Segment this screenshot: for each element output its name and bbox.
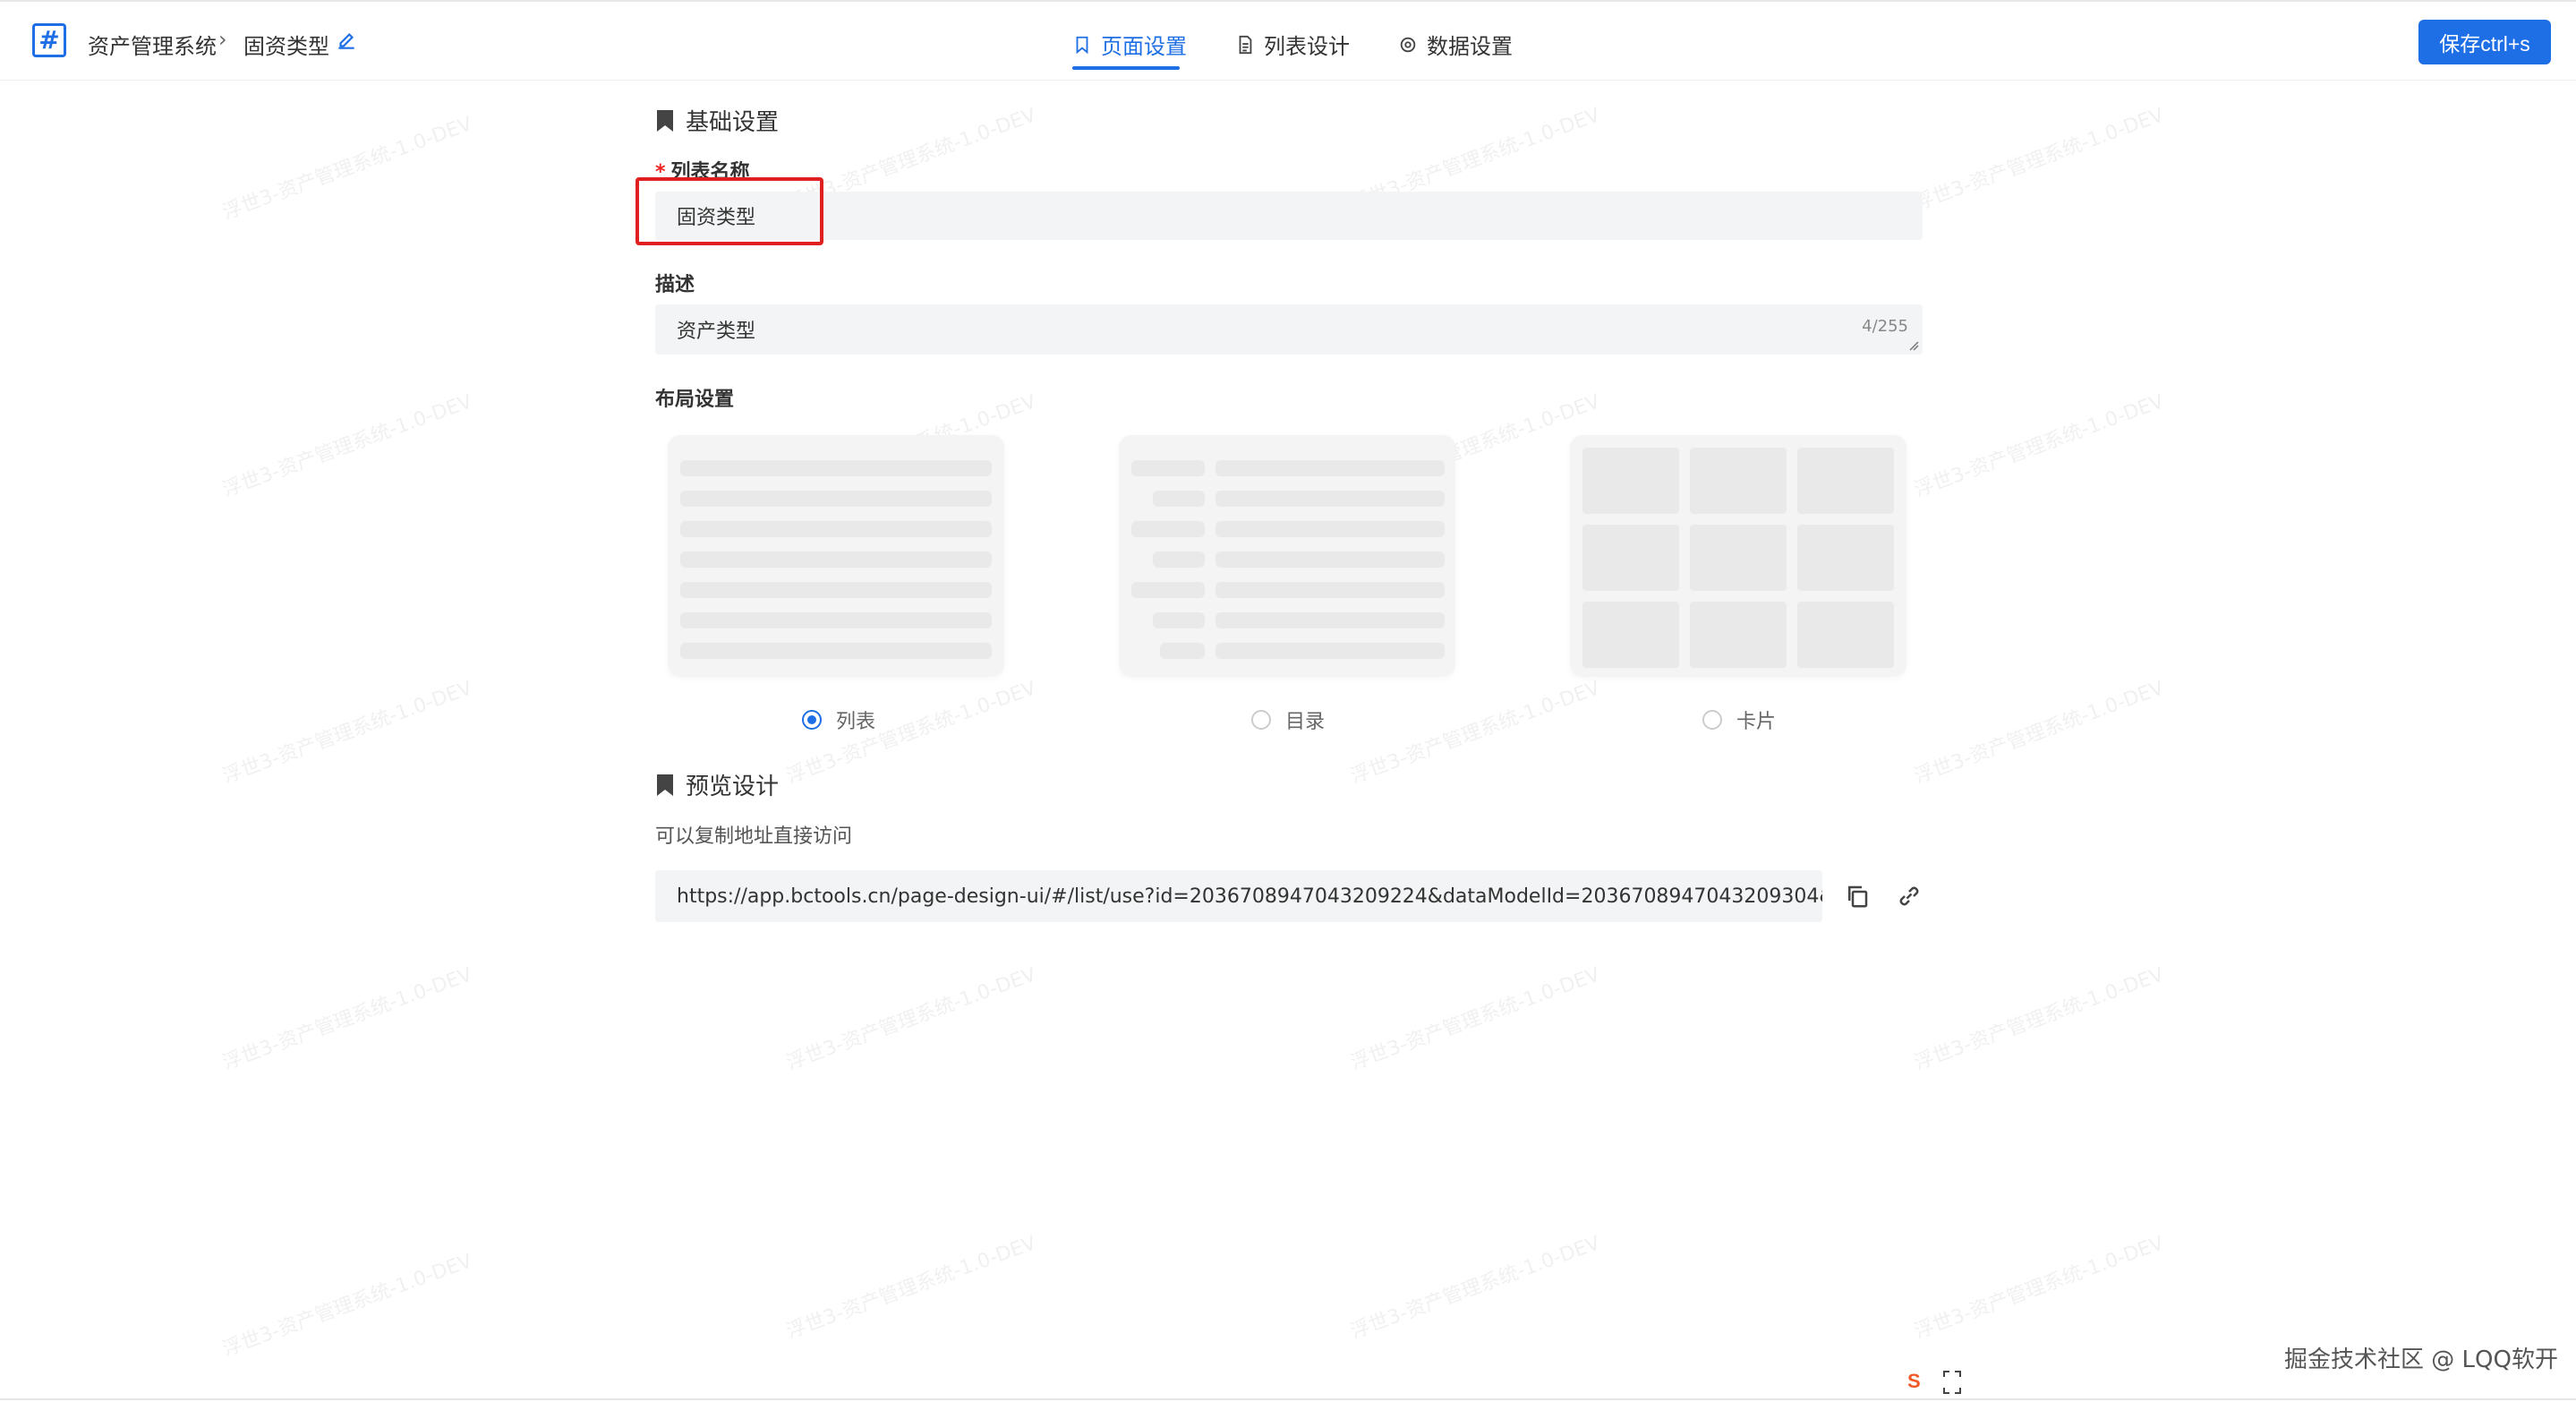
description-value: 资产类型	[677, 321, 756, 343]
radio-label: 目录	[1285, 711, 1326, 733]
layout-card-list[interactable]	[668, 435, 1004, 677]
document-icon	[1239, 35, 1252, 54]
fullscreen-icon[interactable]	[1942, 1370, 1962, 1395]
bottom-divider	[0, 1398, 2576, 1400]
tab-label: 列表设计	[1264, 34, 1350, 59]
tab-label: 页面设置	[1101, 34, 1187, 59]
tab-label: 数据设置	[1427, 34, 1513, 59]
tab-list-design[interactable]: 列表设计	[1235, 29, 1350, 60]
footer-brand: 掘金技术社区 @ LQQ软开	[2284, 1346, 2558, 1373]
sogou-input-icon[interactable]: S	[1901, 1368, 1926, 1393]
bookmark-icon	[1076, 36, 1088, 54]
bookmark-icon	[657, 774, 673, 796]
link-icon[interactable]	[1896, 883, 1923, 910]
chevron-right-icon: ›	[218, 27, 227, 52]
radio-checked-icon	[802, 710, 822, 730]
section-preview: 预览设计	[657, 768, 779, 801]
section-basic: 基础设置	[657, 104, 779, 137]
tab-page-settings[interactable]: 页面设置	[1072, 29, 1187, 60]
preview-url-field[interactable]: https://app.bctools.cn/page-design-ui/#/…	[655, 870, 1822, 922]
bookmark-icon	[657, 109, 673, 132]
radio-layout-directory[interactable]: 目录	[1251, 705, 1325, 734]
radio-layout-cards[interactable]: 卡片	[1702, 705, 1776, 734]
radio-unchecked-icon	[1702, 710, 1722, 730]
radio-label: 卡片	[1736, 711, 1777, 733]
preview-hint: 可以复制地址直接访问	[655, 825, 853, 848]
radio-unchecked-icon	[1251, 710, 1271, 730]
layout-card-directory[interactable]	[1119, 435, 1455, 677]
hash-logo-icon[interactable]: #	[32, 23, 66, 57]
radio-layout-list[interactable]: 列表	[802, 705, 875, 734]
section-title: 预览设计	[686, 774, 780, 800]
list-name-input[interactable]: 固资类型	[655, 192, 1923, 240]
preview-url: https://app.bctools.cn/page-design-ui/#/…	[677, 885, 1822, 908]
description-label: 描述	[655, 274, 695, 296]
resize-handle-icon[interactable]	[1908, 340, 1919, 351]
page-settings-content: 基础设置 * 列表名称 固资类型 描述 资产类型 4/255 布局设置 列表 目…	[0, 81, 2576, 1402]
radio-label: 列表	[836, 711, 876, 733]
tab-data-settings[interactable]: 数据设置	[1398, 29, 1513, 60]
section-title: 基础设置	[686, 109, 780, 136]
save-button[interactable]: 保存ctrl+s	[2418, 20, 2551, 64]
copy-icon[interactable]	[1844, 883, 1871, 910]
pencil-edit-icon[interactable]	[335, 29, 358, 52]
gear-icon	[1400, 37, 1416, 52]
breadcrumb-page: 固资类型	[243, 34, 329, 59]
layout-settings-label: 布局设置	[655, 389, 735, 411]
active-tab-indicator	[1072, 66, 1180, 70]
char-counter: 4/255	[1862, 317, 1908, 336]
breadcrumb-app[interactable]: 资产管理系统	[88, 29, 217, 60]
description-textarea[interactable]: 资产类型 4/255	[655, 304, 1923, 355]
svg-text:S: S	[1907, 1370, 1921, 1392]
top-header: # 资产管理系统 › 固资类型 页面设置 列表设计 数据设置 保存ctrl+s	[0, 0, 2576, 81]
annotation-highlight-box	[635, 177, 823, 245]
layout-card-cards[interactable]	[1570, 435, 1906, 677]
